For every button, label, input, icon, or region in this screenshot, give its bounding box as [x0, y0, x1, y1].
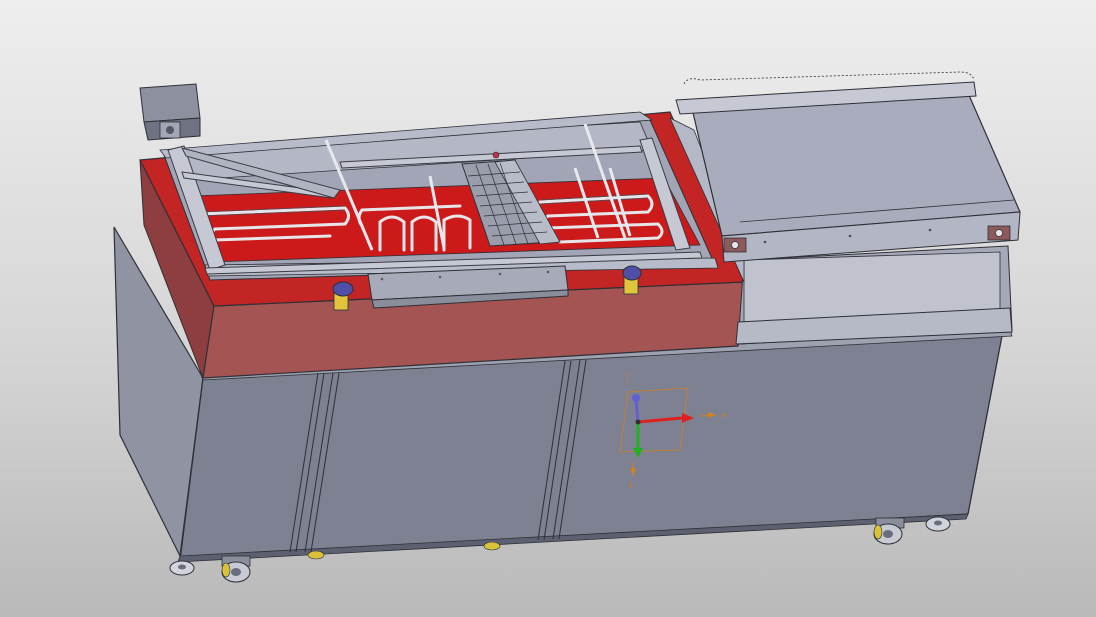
caster-front-left[interactable]	[221, 555, 251, 583]
drive-motor[interactable]	[139, 83, 201, 141]
bolt-plate-left	[723, 237, 747, 253]
foot-front-left	[169, 560, 195, 576]
caster-front-right[interactable]	[873, 517, 905, 545]
foot-front-right	[925, 516, 951, 532]
bolt-plate-right	[987, 225, 1011, 241]
cad-3d-viewport[interactable]: ^	[0, 0, 1096, 617]
fryer-machine-model[interactable]: ^	[0, 0, 1096, 617]
clamp-knob-right[interactable]	[622, 265, 642, 295]
axis-label: ^	[720, 412, 729, 425]
